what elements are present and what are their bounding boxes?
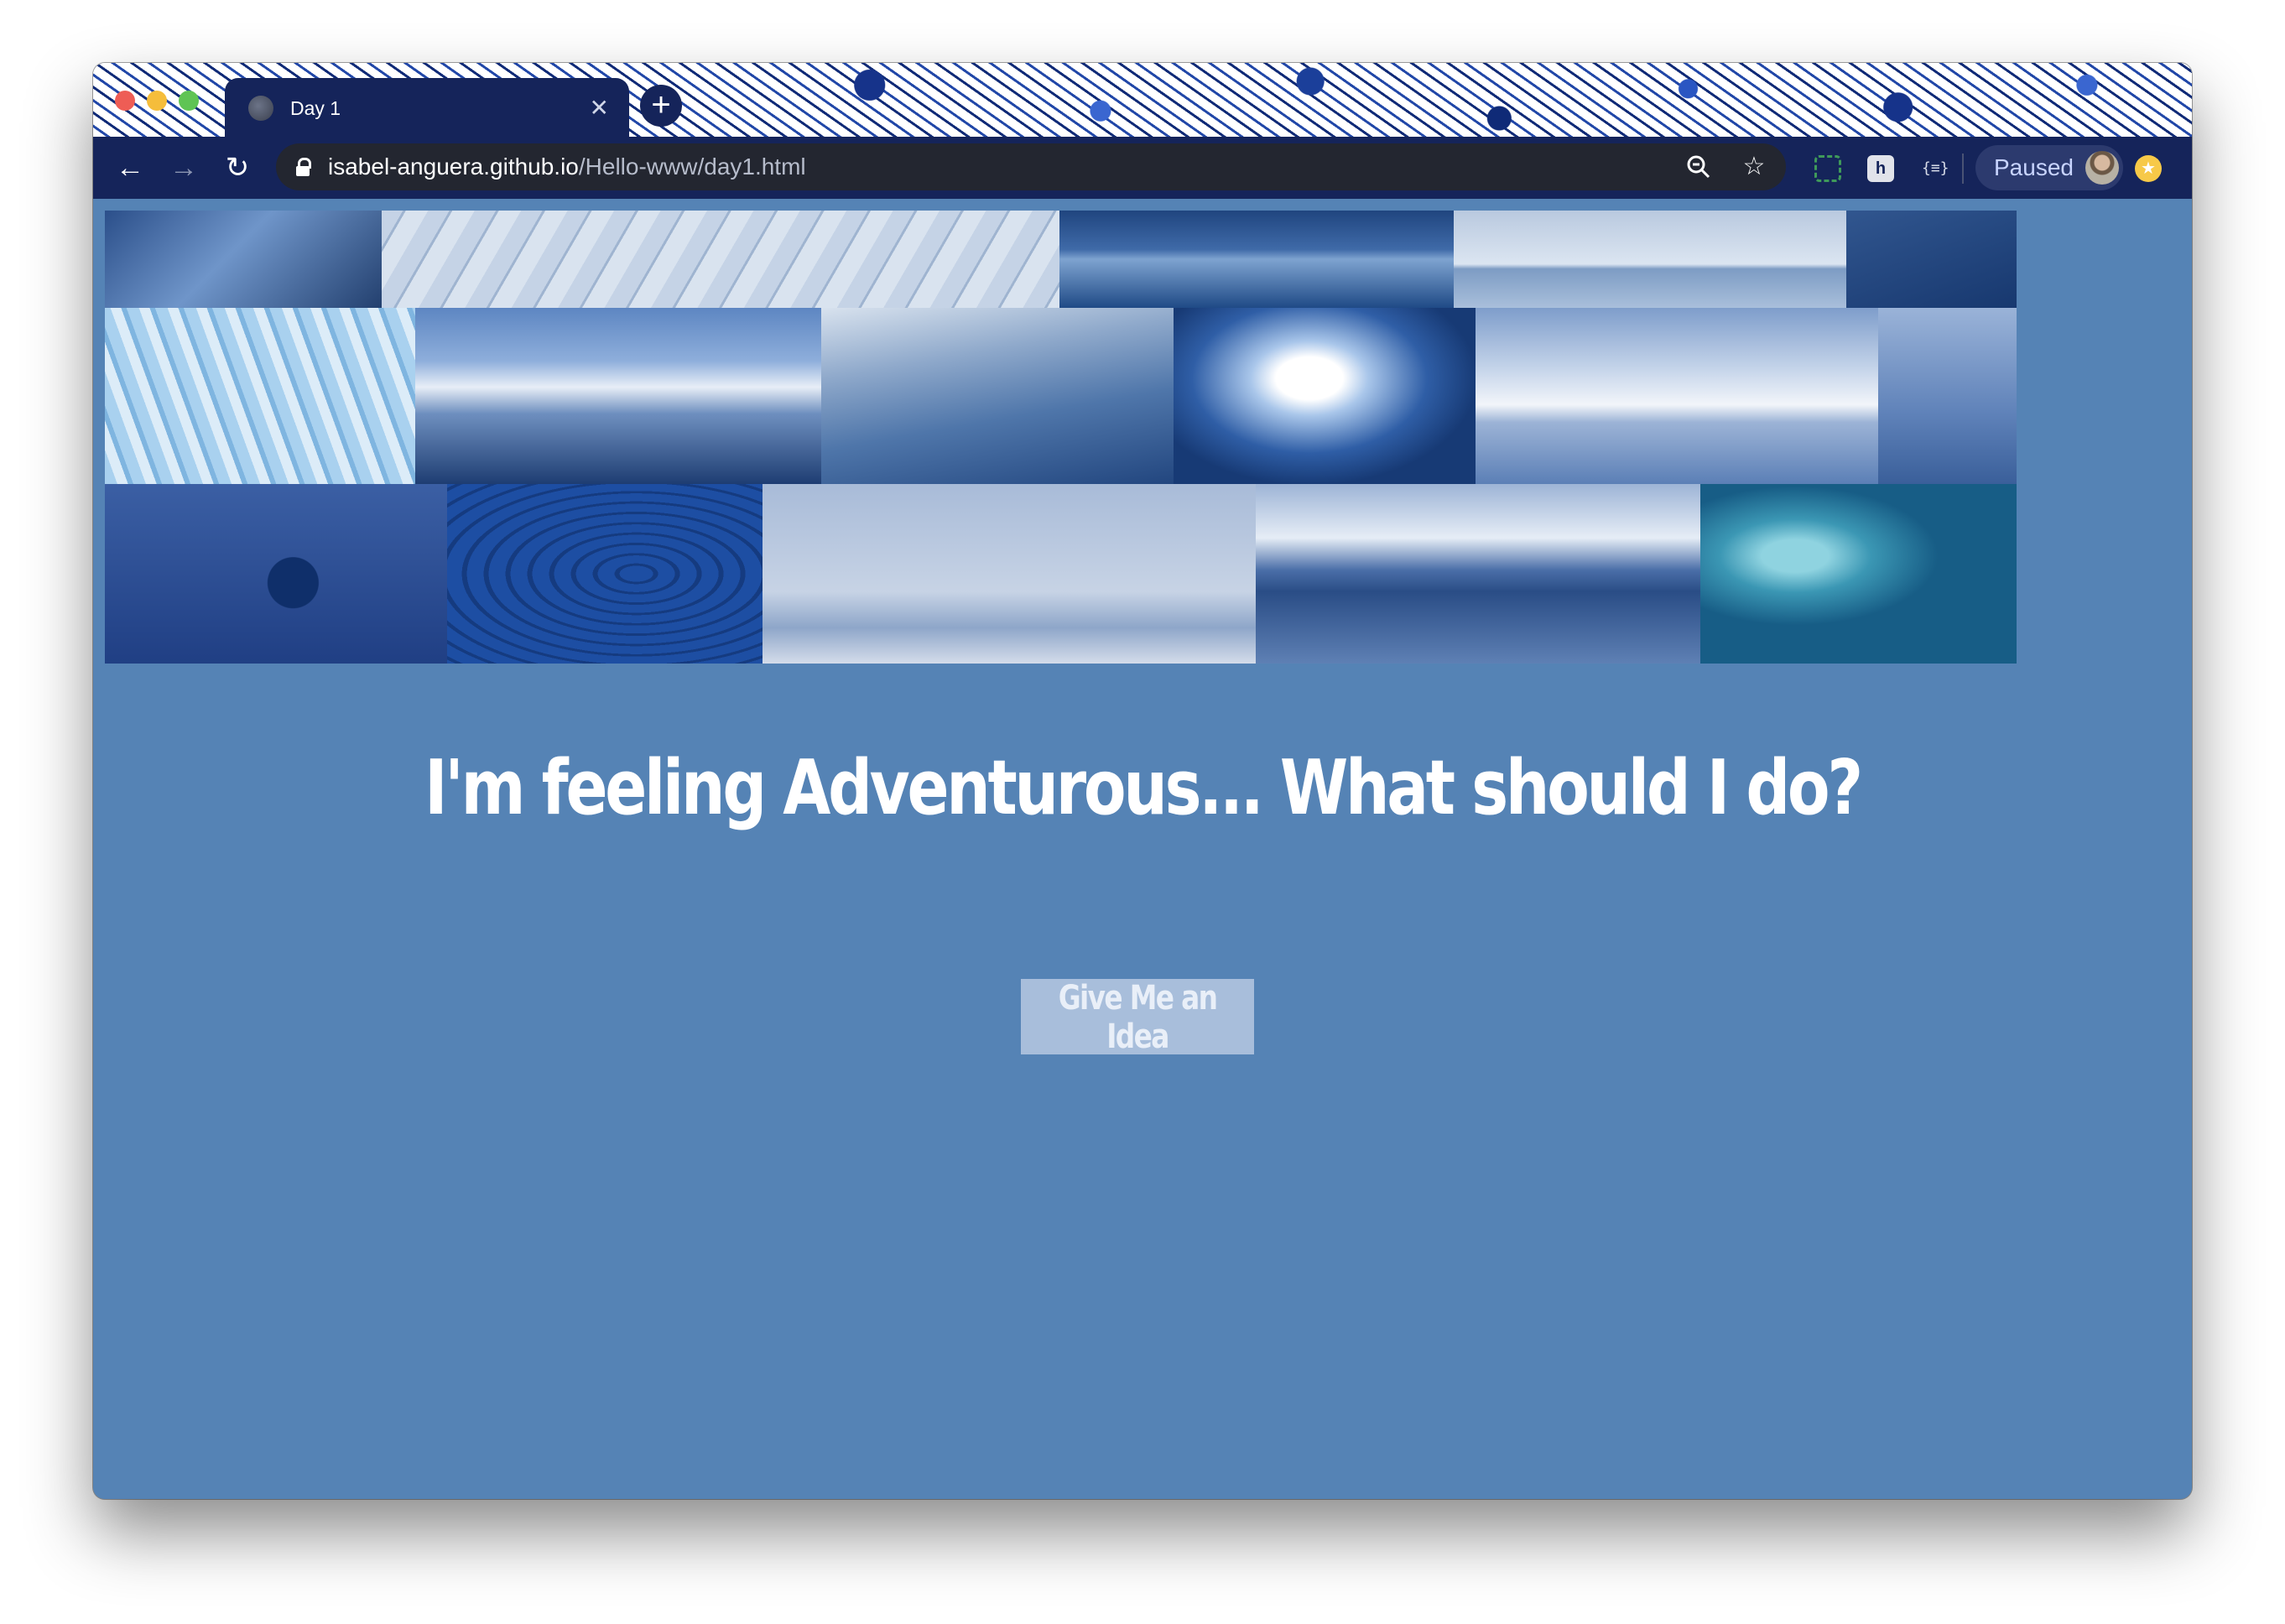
toolbar-divider — [1962, 154, 1964, 184]
close-window-button[interactable] — [115, 91, 135, 111]
tab-day-1[interactable]: Day 1 ✕ — [225, 78, 629, 138]
browser-toolbar: ← → ↻ isabel-anguera.github.io/Hello-www… — [93, 137, 2192, 199]
maximize-window-button[interactable] — [179, 91, 199, 111]
profile-status-label: Paused — [1994, 154, 2074, 180]
whale-tail-image — [1256, 484, 1700, 664]
frozen-valley-image — [821, 308, 1174, 484]
glacier-lake-image — [1454, 211, 1846, 308]
give-me-an-idea-button[interactable]: Give Me an Idea — [1021, 979, 1254, 1056]
ice-cave-wall-image — [105, 211, 382, 308]
star-icon[interactable]: ☆ — [1739, 152, 1769, 182]
page-headline: I'm feeling Adventurous... What should I… — [424, 744, 1863, 832]
surfer-wave-image — [1700, 484, 2017, 664]
avatar — [2085, 151, 2119, 185]
mountain-lake-image — [1059, 211, 1454, 308]
browser-window: Day 1 ✕ + ← → ↻ isabel-anguera.github.io… — [93, 63, 2192, 1499]
forward-arrow-icon[interactable]: → — [167, 151, 200, 185]
photo-collage — [105, 211, 2017, 664]
extension-h-icon[interactable]: h — [1867, 155, 1894, 182]
url-text[interactable]: isabel-anguera.github.io/Hello-www/day1.… — [328, 154, 806, 180]
reload-icon[interactable]: ↻ — [221, 151, 254, 185]
close-icon[interactable]: ✕ — [590, 96, 609, 120]
blue-glacier-image — [105, 308, 415, 484]
minimize-window-button[interactable] — [147, 91, 167, 111]
tab-strip: Day 1 ✕ + — [93, 63, 2192, 138]
address-bar[interactable]: isabel-anguera.github.io/Hello-www/day1.… — [276, 143, 1786, 190]
url-path: /Hello-www/day1.html — [578, 154, 806, 180]
json-extension-icon[interactable]: {≡} — [1922, 155, 1949, 182]
profile-button[interactable]: Paused — [1975, 145, 2123, 190]
bled-island-image — [1476, 308, 1878, 484]
skydiver-image — [105, 484, 447, 664]
url-host: isabel-anguera.github.io — [328, 154, 579, 180]
plus-icon[interactable]: + — [640, 85, 682, 127]
ice-cave-person-image — [1174, 308, 1476, 484]
idea-button-label: Give Me an Idea — [1058, 979, 1218, 1056]
snowy-peak-image — [415, 308, 821, 484]
tab-title: Day 1 — [290, 96, 341, 119]
dark-water-image — [1846, 211, 2017, 308]
cracked-ice-image — [382, 211, 1059, 308]
globe-icon — [248, 96, 273, 121]
page-content: I'm feeling Adventurous... What should I… — [93, 199, 2192, 1499]
misty-fjord-image — [1878, 308, 2017, 484]
update-badge-icon[interactable]: ★ — [2135, 155, 2162, 182]
screenshot-extension-icon[interactable] — [1814, 155, 1841, 182]
back-arrow-icon[interactable]: ← — [113, 151, 147, 185]
lock-icon[interactable] — [296, 158, 311, 176]
paraglider-image — [763, 484, 1256, 664]
dolphins-image — [447, 484, 763, 664]
zoom-icon[interactable] — [1684, 152, 1714, 182]
